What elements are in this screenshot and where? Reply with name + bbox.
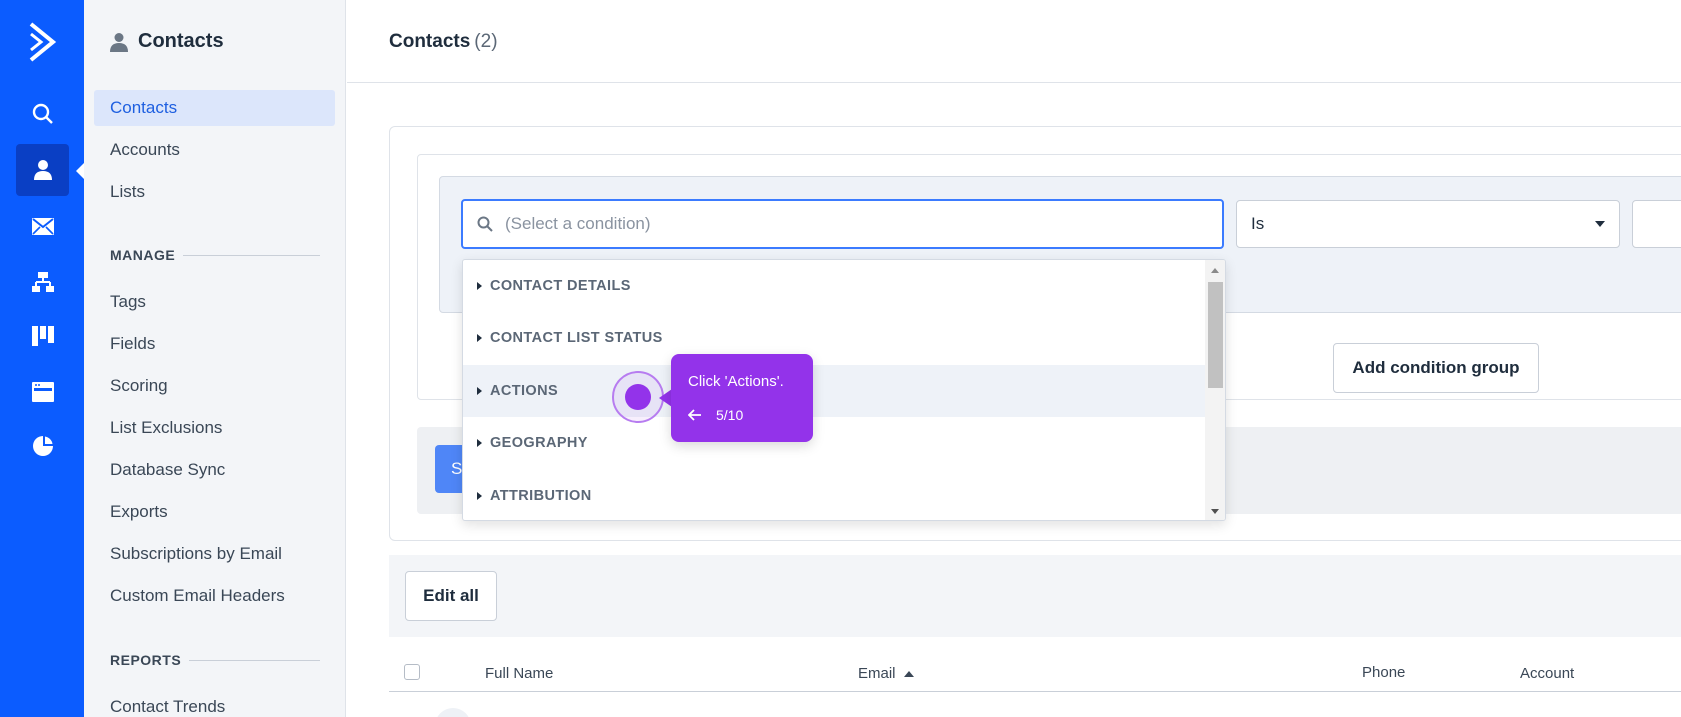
sidebar-item-list-exclusions[interactable]: List Exclusions <box>94 410 335 446</box>
sidebar-item-lists[interactable]: Lists <box>94 174 335 210</box>
reports-icon <box>32 436 53 456</box>
caret-right-icon <box>477 334 482 342</box>
sidebar-item-subscriptions-by-email[interactable]: Subscriptions by Email <box>94 536 335 572</box>
app-rail <box>0 0 84 717</box>
caret-right-icon <box>477 492 482 500</box>
option-actions[interactable]: ACTIONS <box>463 365 1207 417</box>
sidebar-item-tags[interactable]: Tags <box>94 284 335 320</box>
scroll-down-icon[interactable] <box>1211 509 1219 514</box>
sidebar-item-contacts[interactable]: Contacts <box>94 90 335 126</box>
option-contact-details[interactable]: CONTACT DETAILS <box>463 260 1207 312</box>
column-label: Phone <box>1362 664 1406 681</box>
option-label: CONTACT DETAILS <box>490 278 631 294</box>
sidebar-item-contact-trends[interactable]: Contact Trends <box>94 689 335 717</box>
rail-deals[interactable] <box>16 310 69 362</box>
manage-section-label: MANAGE <box>110 247 176 263</box>
table-header: Full Name Email Phone Account <box>389 654 1681 692</box>
dropdown-scrollbar[interactable] <box>1205 260 1225 520</box>
section-divider <box>183 254 320 256</box>
scrollbar-thumb[interactable] <box>1208 282 1223 388</box>
column-email[interactable]: Email <box>858 665 914 682</box>
caret-right-icon <box>477 387 482 395</box>
caret-right-icon <box>477 282 482 290</box>
reports-section-header: REPORTS <box>110 652 320 668</box>
rail-automations[interactable] <box>16 256 69 308</box>
condition-search-input[interactable]: (Select a condition) <box>461 199 1224 249</box>
option-label: CONTACT LIST STATUS <box>490 330 663 346</box>
scroll-up-icon[interactable] <box>1211 268 1219 273</box>
rail-reports[interactable] <box>16 420 69 472</box>
sidebar-item-accounts[interactable]: Accounts <box>94 132 335 168</box>
sidebar-title-text: Contacts <box>138 30 224 52</box>
contacts-icon <box>33 160 52 180</box>
select-all-checkbox[interactable] <box>404 664 420 680</box>
guide-instruction: Click 'Actions'. <box>688 373 784 390</box>
active-pointer <box>76 163 84 179</box>
automations-icon <box>31 272 54 292</box>
sidebar-item-database-sync[interactable]: Database Sync <box>94 452 335 488</box>
option-geography[interactable]: GEOGRAPHY <box>463 417 1207 469</box>
chevron-down-icon <box>1595 221 1605 227</box>
deals-icon <box>31 326 54 346</box>
sidebar-item-exports[interactable]: Exports <box>94 494 335 530</box>
bulk-actions-bar: Edit all <box>389 555 1681 637</box>
sort-ascending-icon <box>903 670 914 677</box>
reports-section-label: REPORTS <box>110 652 182 668</box>
guide-step-counter: 5/10 <box>716 407 744 423</box>
option-contact-list-status[interactable]: CONTACT LIST STATUS <box>463 312 1207 364</box>
column-phone[interactable]: Phone <box>1362 664 1405 681</box>
option-label: GEOGRAPHY <box>490 435 588 451</box>
sidebar-item-scoring[interactable]: Scoring <box>94 368 335 404</box>
sidebar: Contacts Contacts Accounts Lists MANAGE … <box>84 0 346 717</box>
edit-all-button[interactable]: Edit all <box>405 571 497 621</box>
sidebar-item-custom-email-headers[interactable]: Custom Email Headers <box>94 578 335 614</box>
manage-section-header: MANAGE <box>110 247 320 263</box>
guide-hotspot[interactable] <box>625 384 651 410</box>
option-label: ACTIONS <box>490 383 559 399</box>
logo-icon[interactable] <box>26 20 58 64</box>
page-header: Contacts (2) <box>347 0 1681 83</box>
option-label: ATTRIBUTION <box>490 488 592 504</box>
guide-navigation: 5/10 <box>688 407 743 423</box>
campaigns-icon <box>31 217 54 235</box>
search-icon <box>32 103 53 124</box>
rail-website[interactable] <box>16 366 69 418</box>
avatar <box>435 708 471 717</box>
rail-campaigns[interactable] <box>16 200 69 252</box>
caret-right-icon <box>477 439 482 447</box>
checkbox[interactable] <box>404 664 420 680</box>
operator-value: Is <box>1251 214 1265 233</box>
rail-contacts[interactable] <box>16 144 69 196</box>
sidebar-item-fields[interactable]: Fields <box>94 326 335 362</box>
page-title: Contacts (2) <box>389 31 498 53</box>
condition-placeholder: (Select a condition) <box>505 214 651 233</box>
guide-tooltip: Click 'Actions'. 5/10 <box>671 354 813 442</box>
column-account[interactable]: Account <box>1520 665 1574 682</box>
option-attribution[interactable]: ATTRIBUTION <box>463 470 1207 520</box>
arrow-left-icon[interactable] <box>688 409 702 421</box>
condition-value-input[interactable] <box>1632 200 1681 248</box>
contact-count: (2) <box>474 31 498 52</box>
rail-search[interactable] <box>16 88 69 140</box>
page-title-text: Contacts <box>389 31 471 52</box>
column-label: Email <box>858 665 896 682</box>
condition-dropdown: CONTACT DETAILS CONTACT LIST STATUS ACTI… <box>462 259 1226 521</box>
column-label: Full Name <box>485 665 554 682</box>
operator-select[interactable]: Is <box>1236 200 1620 248</box>
search-icon <box>477 216 493 232</box>
person-icon <box>110 32 128 52</box>
sidebar-title: Contacts <box>110 30 224 53</box>
column-full-name[interactable]: Full Name <box>485 665 553 682</box>
section-divider <box>189 659 320 661</box>
website-icon <box>31 382 54 402</box>
column-label: Account <box>1520 665 1575 682</box>
add-condition-group-button[interactable]: Add condition group <box>1333 343 1539 393</box>
